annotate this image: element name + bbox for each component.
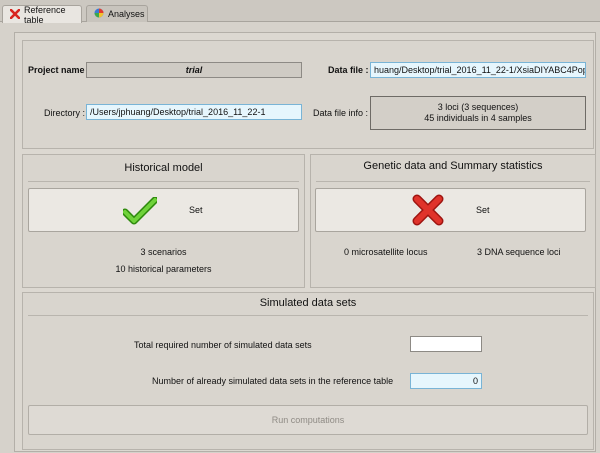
- project-name-field: trial: [86, 62, 302, 78]
- simulated-separator: [28, 315, 588, 316]
- tab-reference-table-label: Reference table: [24, 4, 66, 25]
- tab-analyses[interactable]: Analyses: [86, 5, 148, 22]
- genetic-set-button[interactable]: Set: [315, 188, 586, 232]
- data-file-field[interactable]: huang/Desktop/trial_2016_11_22-1/XsiaDIY…: [370, 62, 586, 78]
- data-file-info-loci: 3 loci (3 sequences): [437, 102, 519, 112]
- project-panel: [22, 40, 594, 149]
- microsatellite-count: 0 microsatellite locus: [344, 247, 428, 257]
- project-name-label: Project name :: [28, 65, 91, 75]
- historical-model-title: Historical model: [124, 162, 203, 174]
- tab-reference-table[interactable]: Reference table: [2, 4, 82, 25]
- historical-separator: [28, 181, 299, 182]
- genetic-data-title: Genetic data and Summary statistics: [363, 160, 543, 172]
- red-x-icon: [412, 194, 444, 228]
- already-simulated-field: 0: [410, 373, 482, 389]
- historical-set-label: Set: [189, 205, 203, 215]
- data-file-info-label: Data file info :: [313, 108, 369, 118]
- data-file-label: Data file :: [328, 65, 369, 75]
- colorful-analysis-icon: [94, 8, 104, 20]
- total-required-input[interactable]: [410, 336, 482, 352]
- green-check-icon: [121, 196, 159, 227]
- simulated-data-title: Simulated data sets: [259, 297, 357, 309]
- historical-set-button[interactable]: Set: [28, 188, 299, 232]
- genetic-separator: [316, 181, 590, 182]
- genetic-set-label: Set: [476, 205, 490, 215]
- directory-label: Directory :: [44, 108, 86, 118]
- historical-parameters-count: 10 historical parameters: [115, 264, 212, 274]
- dna-sequence-count: 3 DNA sequence loci: [477, 247, 561, 257]
- scenarios-count: 3 scenarios: [140, 247, 187, 257]
- tab-analyses-label: Analyses: [108, 9, 145, 19]
- total-required-label: Total required number of simulated data …: [134, 340, 312, 350]
- data-file-info-individuals: 45 individuals in 4 samples: [424, 113, 532, 123]
- red-x-icon: [9, 8, 21, 21]
- directory-field[interactable]: /Users/jphuang/Desktop/trial_2016_11_22-…: [86, 104, 302, 120]
- run-computations-button[interactable]: Run computations: [28, 405, 588, 435]
- already-simulated-label: Number of already simulated data sets in…: [152, 376, 394, 386]
- data-file-info-box: 3 loci (3 sequences) 45 individuals in 4…: [370, 96, 586, 130]
